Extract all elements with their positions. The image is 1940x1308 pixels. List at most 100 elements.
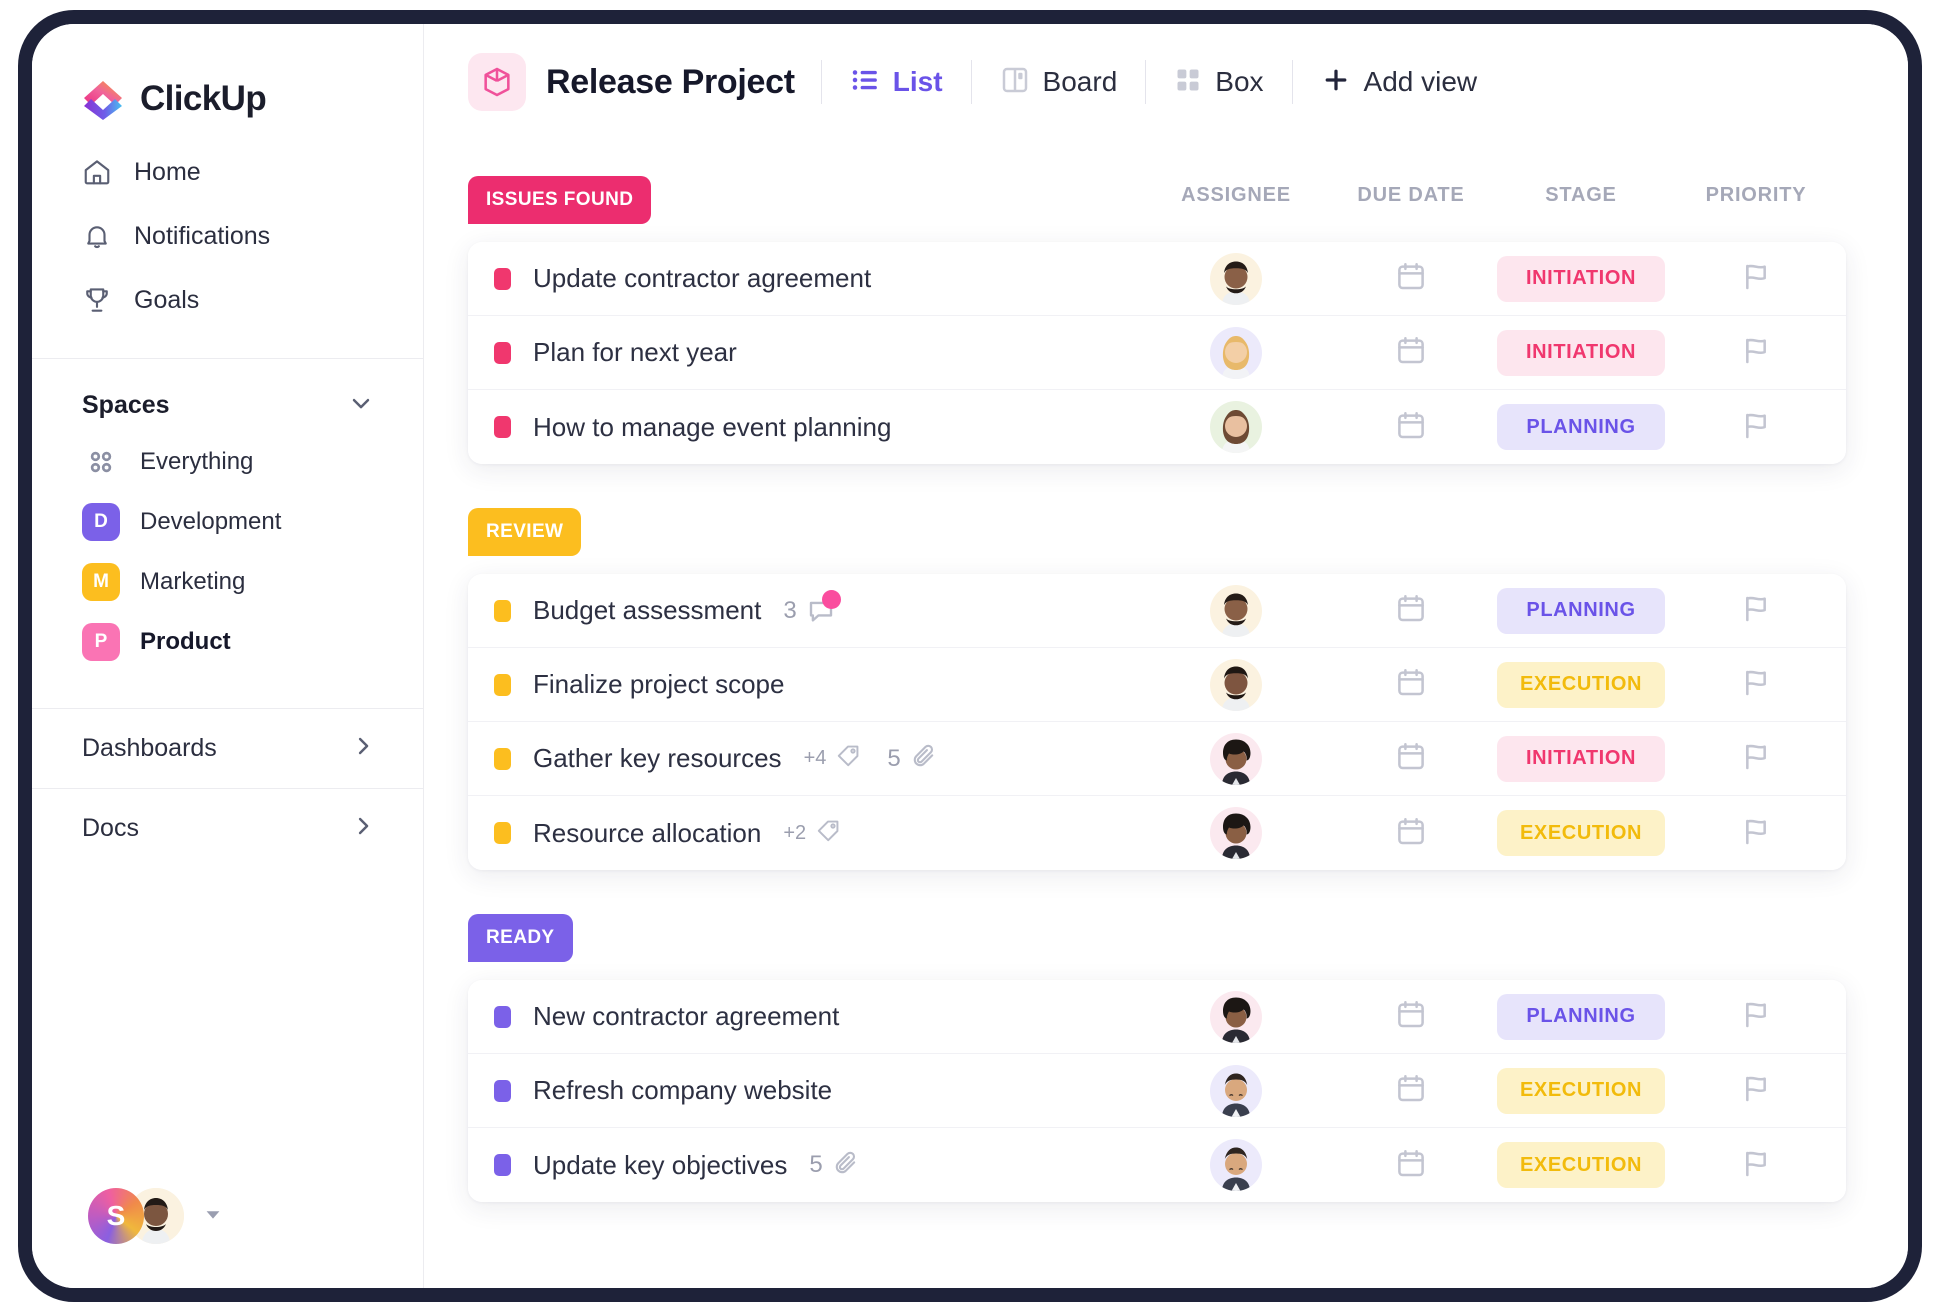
- calendar-icon[interactable]: [1395, 260, 1427, 297]
- stage-cell[interactable]: PLANNING: [1496, 587, 1666, 634]
- sidebar-item-everything[interactable]: Everything: [32, 432, 423, 492]
- attachment-count[interactable]: 5: [887, 742, 937, 775]
- avatar[interactable]: [1210, 1064, 1262, 1117]
- stage-badge[interactable]: EXECUTION: [1497, 661, 1665, 708]
- table-row[interactable]: New contractor agreement PLANNING: [468, 980, 1846, 1054]
- flag-icon[interactable]: [1740, 409, 1772, 446]
- flag-icon[interactable]: [1740, 334, 1772, 371]
- stage-badge[interactable]: INITIATION: [1497, 329, 1665, 376]
- priority-cell[interactable]: [1666, 260, 1846, 297]
- stage-cell[interactable]: EXECUTION: [1496, 1142, 1666, 1188]
- assignee-cell[interactable]: [1146, 807, 1326, 859]
- assignee-cell[interactable]: [1146, 732, 1326, 785]
- stage-cell[interactable]: PLANNING: [1496, 404, 1666, 450]
- table-row[interactable]: Finalize project scope EXECUTION: [468, 648, 1846, 722]
- calendar-icon[interactable]: [1395, 666, 1427, 703]
- avatar[interactable]: [1210, 401, 1262, 453]
- sidebar-item-notifications[interactable]: Notifications: [32, 204, 423, 268]
- assignee-cell[interactable]: [1146, 584, 1326, 637]
- stage-badge[interactable]: EXECUTION: [1497, 1142, 1665, 1188]
- flag-icon[interactable]: [1740, 740, 1772, 777]
- caret-down-icon[interactable]: [202, 1203, 224, 1230]
- status-badge[interactable]: ISSUES FOUND: [468, 176, 652, 224]
- calendar-icon[interactable]: [1395, 740, 1427, 777]
- tab-box[interactable]: Box: [1172, 60, 1265, 105]
- stage-badge[interactable]: PLANNING: [1497, 587, 1665, 634]
- stage-badge[interactable]: INITIATION: [1497, 255, 1665, 302]
- flag-icon[interactable]: [1740, 1147, 1772, 1184]
- calendar-icon[interactable]: [1395, 1147, 1427, 1184]
- table-row[interactable]: Update key objectives 5 EXECUTION: [468, 1128, 1846, 1202]
- priority-cell[interactable]: [1666, 740, 1846, 777]
- sidebar-item-docs[interactable]: Docs: [32, 788, 423, 868]
- sidebar-item-dashboards[interactable]: Dashboards: [32, 708, 423, 788]
- workspace-avatar[interactable]: S: [88, 1188, 144, 1244]
- spaces-header[interactable]: Spaces: [32, 359, 423, 432]
- table-row[interactable]: Refresh company website EXECUTION: [468, 1054, 1846, 1128]
- priority-cell[interactable]: [1666, 815, 1846, 852]
- due-date-cell[interactable]: [1326, 1147, 1496, 1184]
- stage-cell[interactable]: INITIATION: [1496, 735, 1666, 782]
- due-date-cell[interactable]: [1326, 1072, 1496, 1109]
- avatar[interactable]: [1210, 1139, 1262, 1191]
- assignee-cell[interactable]: [1146, 1139, 1326, 1191]
- table-row[interactable]: Budget assessment 3 PLANNING: [468, 574, 1846, 648]
- due-date-cell[interactable]: [1326, 815, 1496, 852]
- tab-board[interactable]: Board: [998, 59, 1120, 106]
- priority-cell[interactable]: [1666, 1147, 1846, 1184]
- flag-icon[interactable]: [1740, 260, 1772, 297]
- stage-badge[interactable]: PLANNING: [1497, 993, 1665, 1040]
- calendar-icon[interactable]: [1395, 409, 1427, 446]
- add-view-button[interactable]: Add view: [1319, 59, 1480, 106]
- comment-count[interactable]: 3: [783, 589, 841, 626]
- table-row[interactable]: How to manage event planning PLANNING: [468, 390, 1846, 464]
- stage-cell[interactable]: INITIATION: [1496, 255, 1666, 302]
- avatar[interactable]: [1210, 658, 1262, 711]
- avatar[interactable]: [1210, 732, 1262, 785]
- user-menu[interactable]: S: [88, 1188, 224, 1244]
- chevron-down-icon[interactable]: [347, 389, 375, 422]
- sidebar-item-development[interactable]: D Development: [32, 492, 423, 552]
- due-date-cell[interactable]: [1326, 592, 1496, 629]
- stage-cell[interactable]: EXECUTION: [1496, 661, 1666, 708]
- stage-cell[interactable]: INITIATION: [1496, 329, 1666, 376]
- sidebar-item-home[interactable]: Home: [32, 140, 423, 204]
- flag-icon[interactable]: [1740, 1072, 1772, 1109]
- assignee-cell[interactable]: [1146, 326, 1326, 379]
- priority-cell[interactable]: [1666, 666, 1846, 703]
- priority-cell[interactable]: [1666, 592, 1846, 629]
- tab-list[interactable]: List: [848, 59, 945, 106]
- avatar[interactable]: [1210, 252, 1262, 305]
- avatar[interactable]: [1210, 807, 1262, 859]
- table-row[interactable]: Update contractor agreement INITIATION: [468, 242, 1846, 316]
- sidebar-item-product[interactable]: P Product: [32, 612, 423, 672]
- flag-icon[interactable]: [1740, 666, 1772, 703]
- calendar-icon[interactable]: [1395, 334, 1427, 371]
- table-row[interactable]: Gather key resources +4 5 INITIATION: [468, 722, 1846, 796]
- avatar[interactable]: [1210, 990, 1262, 1043]
- tag-count[interactable]: +4: [804, 743, 862, 774]
- status-badge[interactable]: REVIEW: [468, 508, 582, 556]
- priority-cell[interactable]: [1666, 1072, 1846, 1109]
- flag-icon[interactable]: [1740, 998, 1772, 1035]
- stage-badge[interactable]: INITIATION: [1497, 735, 1665, 782]
- stage-badge[interactable]: PLANNING: [1497, 404, 1665, 450]
- status-badge[interactable]: READY: [468, 914, 573, 962]
- sidebar-item-goals[interactable]: Goals: [32, 268, 423, 332]
- due-date-cell[interactable]: [1326, 334, 1496, 371]
- assignee-cell[interactable]: [1146, 990, 1326, 1043]
- stage-cell[interactable]: EXECUTION: [1496, 1067, 1666, 1114]
- stage-cell[interactable]: PLANNING: [1496, 993, 1666, 1040]
- due-date-cell[interactable]: [1326, 998, 1496, 1035]
- sidebar-item-marketing[interactable]: M Marketing: [32, 552, 423, 612]
- calendar-icon[interactable]: [1395, 1072, 1427, 1109]
- clickup-logo[interactable]: ClickUp: [32, 24, 423, 132]
- calendar-icon[interactable]: [1395, 592, 1427, 629]
- due-date-cell[interactable]: [1326, 409, 1496, 446]
- priority-cell[interactable]: [1666, 334, 1846, 371]
- due-date-cell[interactable]: [1326, 260, 1496, 297]
- table-row[interactable]: Resource allocation +2 EXECUTION: [468, 796, 1846, 870]
- calendar-icon[interactable]: [1395, 998, 1427, 1035]
- assignee-cell[interactable]: [1146, 1064, 1326, 1117]
- flag-icon[interactable]: [1740, 815, 1772, 852]
